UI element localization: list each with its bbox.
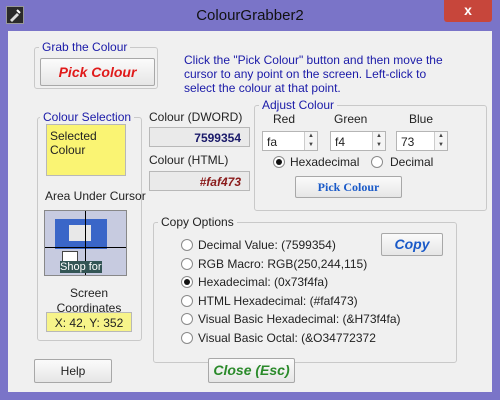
preview-text: Shop for (60, 261, 102, 273)
area-under-cursor-label: Area Under Cursor (45, 189, 146, 203)
grab-legend: Grab the Colour (39, 40, 131, 54)
adjust-colour-legend: Adjust Colour (259, 98, 338, 112)
html-colour-label: Colour (HTML) (149, 153, 229, 167)
selected-colour-label: Selected Colour (50, 129, 97, 157)
copy-option-radio[interactable] (181, 313, 193, 325)
dword-label: Colour (DWORD) (149, 110, 243, 124)
hexadecimal-label: Hexadecimal (290, 155, 360, 169)
red-spinner[interactable]: fa ▲ ▼ (262, 131, 318, 151)
grab-instructions: Click the "Pick Colour" button and then … (184, 53, 443, 95)
hexadecimal-radio[interactable] (273, 156, 285, 168)
decimal-label: Decimal (390, 155, 434, 169)
copy-option-radio[interactable] (181, 276, 193, 288)
copy-option-label: HTML Hexadecimal: (#faf473) (198, 293, 358, 308)
green-value: f4 (335, 135, 346, 149)
decimal-radio[interactable] (371, 156, 383, 168)
copy-option-radio[interactable] (181, 331, 193, 344)
html-colour-value: #faf473 (149, 171, 250, 191)
copy-option-radio[interactable] (181, 294, 193, 307)
adjust-pick-colour-button[interactable]: Pick Colour (295, 176, 402, 198)
colour-selection-legend: Colour Selection (40, 110, 135, 124)
copy-options-legend: Copy Options (158, 215, 237, 229)
copy-option-radio[interactable] (181, 239, 193, 251)
green-spin-arrows-icon[interactable]: ▲ ▼ (372, 132, 385, 150)
close-button[interactable]: Close (Esc) (208, 358, 295, 383)
blue-value: 73 (401, 135, 415, 149)
blue-spin-arrows-icon[interactable]: ▲ ▼ (434, 132, 447, 150)
green-spinner[interactable]: f4 ▲ ▼ (330, 131, 386, 151)
red-value: fa (267, 135, 278, 149)
dword-value: 7599354 (149, 127, 250, 147)
copy-option-label: Decimal Value: (7599354) (198, 238, 336, 252)
green-label: Green (334, 112, 368, 126)
copy-option-label: Visual Basic Octal: (&O34772372 (198, 330, 376, 345)
blue-spinner[interactable]: 73 ▲ ▼ (396, 131, 448, 151)
copy-option-label: Visual Basic Hexadecimal: (&H73f4fa) (198, 312, 401, 326)
blue-label: Blue (409, 112, 434, 126)
window-title: ColourGrabber2 (196, 7, 304, 24)
pick-colour-button[interactable]: Pick Colour (40, 58, 155, 86)
red-label: Red (273, 112, 296, 126)
colourgrabber-window: ColourGrabber2 x Grab the Colour Pick Co… (0, 0, 500, 400)
selected-colour-swatch: Selected Colour (46, 124, 126, 176)
copy-option-label: Hexadecimal: (0x73f4fa) (198, 275, 329, 289)
preview-inner (69, 225, 91, 241)
red-spin-arrows-icon[interactable]: ▲ ▼ (304, 132, 317, 150)
title-bar[interactable]: ColourGrabber2 x (0, 0, 500, 30)
copy-option-radio[interactable] (181, 257, 193, 270)
copy-button[interactable]: Copy (381, 233, 443, 256)
coordinates-value: X: 42, Y: 352 (46, 312, 132, 332)
close-icon[interactable]: x (444, 0, 492, 22)
cursor-preview: Shop for (44, 210, 127, 276)
copy-option-label: RGB Macro: RGB(250,244,115) (198, 256, 368, 271)
help-button[interactable]: Help (34, 359, 112, 383)
main-panel: Grab the Colour Pick Colour Click the "P… (8, 31, 492, 392)
